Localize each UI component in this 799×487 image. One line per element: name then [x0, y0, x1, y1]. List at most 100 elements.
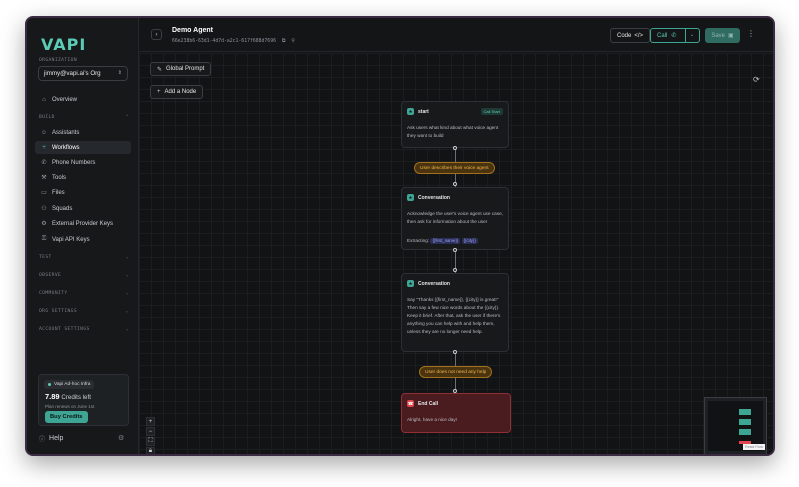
org-value: jimmy@vapi.ai's Org	[44, 70, 101, 77]
group-account-settings[interactable]: ACCOUNT SETTINGS ⌄	[39, 326, 129, 332]
build-group-header[interactable]: BUILD ⌃	[39, 114, 129, 120]
sidebar-item-workflows[interactable]: ⑂ Workflows	[35, 141, 131, 154]
credits-value: 7.89	[45, 392, 60, 401]
sidebar-item-files[interactable]: ▭ Files	[35, 186, 131, 199]
save-button[interactable]: Save ▣	[705, 28, 740, 43]
refresh-icon[interactable]: ⟳	[753, 75, 760, 84]
plan-name: Vapi Ad-hoc Infra	[54, 382, 91, 387]
help-link[interactable]: ⓘ Help	[39, 434, 63, 443]
app-window: VAPI ORGANIZATION jimmy@vapi.ai's Org ⇕ …	[25, 16, 775, 456]
zoom-in-button[interactable]: +	[146, 417, 155, 426]
sidebar-item-label: Phone Numbers	[52, 159, 96, 166]
end-call-node[interactable]: ☎ End Call Alright, have a nice day!	[401, 393, 511, 433]
sidebar-item-label: External Provider Keys	[52, 220, 114, 227]
code-label: Code	[617, 32, 632, 39]
workflow-canvas[interactable]: ✎ Global Prompt + Add a Node ⟳ ★ start C…	[139, 53, 773, 454]
chevron-down-icon[interactable]: ⌄	[690, 32, 694, 38]
phone-icon: ✆	[671, 33, 677, 39]
plus-icon: +	[157, 89, 161, 95]
conversation-node-2[interactable]: ★ Conversation Say "Thanks {{first_name}…	[401, 273, 509, 352]
credits-label: Credits left	[61, 394, 91, 401]
sidebar-item-external-provider-keys[interactable]: ⚙ External Provider Keys	[35, 217, 131, 230]
extracting-row: Extracting: {{first_name}} {{city}}	[407, 237, 478, 245]
code-button[interactable]: Code </>	[610, 28, 651, 43]
lock-button[interactable]: 🔒︎	[146, 447, 155, 454]
edge	[455, 352, 456, 366]
sidebar-item-phone-numbers[interactable]: ✆ Phone Numbers	[35, 156, 131, 169]
group-label: COMMUNITY	[39, 291, 68, 296]
global-prompt-button[interactable]: ✎ Global Prompt	[150, 62, 212, 76]
buy-credits-button[interactable]: Buy Credits	[45, 411, 88, 423]
node-handle[interactable]	[453, 182, 457, 186]
start-node[interactable]: ★ start Call Start Ask users what kind a…	[401, 101, 509, 148]
code-icon: </>	[634, 32, 644, 39]
node-title: start	[418, 108, 429, 115]
add-node-button[interactable]: + Add a Node	[150, 85, 204, 99]
chevron-down-icon: ⌄	[125, 308, 129, 314]
sidebar-item-label: Vapi API Keys	[52, 236, 90, 243]
node-handle[interactable]	[453, 350, 457, 354]
call-button[interactable]: Call ✆ ⌄	[650, 28, 700, 43]
node-text: Say "Thanks {{first_name}}, {{city}} is …	[407, 297, 501, 334]
extracting-label: Extracting:	[407, 238, 430, 243]
vapi-logo[interactable]: VAPI	[41, 35, 86, 54]
sidebar-item-assistants[interactable]: ☺ Assistants	[35, 126, 131, 139]
minus-icon: −	[148, 428, 153, 435]
add-node-label: Add a Node	[164, 89, 197, 95]
status-dot-icon	[48, 383, 51, 386]
org-selector[interactable]: jimmy@vapi.ai's Org ⇕	[38, 66, 128, 81]
condition-label[interactable]: User does not need any help	[419, 366, 493, 378]
sidebar: VAPI ORGANIZATION jimmy@vapi.ai's Org ⇕ …	[27, 18, 139, 454]
start-node-icon: ★	[407, 108, 414, 115]
sidebar-item-overview[interactable]: ⌂ Overview	[35, 93, 131, 106]
edit-icon: ✎	[157, 66, 163, 73]
chevron-updown-icon: ⇕	[117, 70, 122, 76]
fit-view-button[interactable]: ⛶	[146, 437, 155, 446]
sidebar-item-label: Overview	[52, 96, 78, 103]
save-icon: ▣	[728, 33, 734, 39]
fit-view-icon: ⛶	[148, 438, 153, 444]
org-label: ORGANIZATION	[39, 58, 77, 63]
node-handle[interactable]	[453, 268, 457, 272]
node-handle[interactable]	[453, 146, 457, 150]
more-options-icon[interactable]: ⋮	[747, 29, 755, 38]
conversation-icon: ★	[407, 194, 414, 201]
sidebar-item-label: Squads	[52, 205, 73, 212]
agent-title: Demo Agent	[172, 27, 213, 34]
group-label: ORG SETTINGS	[39, 309, 77, 314]
sidebar-item-tools[interactable]: ⚒ Tools	[35, 171, 131, 184]
conversation-node-1[interactable]: ★ Conversation Acknowledge the user's vo…	[401, 187, 509, 250]
node-header: ★ Conversation	[407, 280, 450, 287]
group-label: OBSERVE	[39, 273, 62, 278]
node-text: Ask users what kind about what voice age…	[407, 125, 499, 138]
node-title: Conversation	[418, 194, 450, 201]
copy-icon[interactable]: ⧉	[282, 39, 285, 44]
back-button[interactable]: ‹	[151, 29, 162, 40]
group-observe[interactable]: OBSERVE ⌄	[39, 272, 129, 278]
zoom-out-button[interactable]: −	[146, 427, 155, 436]
sidebar-item-vapi-api-keys[interactable]: ⚿ Vapi API Keys	[35, 233, 131, 246]
node-text: Acknowledge the user's voice agent use c…	[407, 211, 504, 224]
group-org-settings[interactable]: ORG SETTINGS ⌄	[39, 308, 129, 314]
sidebar-item-label: Workflows	[52, 144, 80, 151]
node-text: Alright, have a nice day!	[407, 417, 458, 422]
key-icon: ⚿	[41, 236, 47, 242]
sidebar-item-squads[interactable]: ⚇ Squads	[35, 202, 131, 215]
link-icon[interactable]: ⚲	[291, 39, 295, 44]
gear-icon: ⚙	[41, 221, 47, 227]
node-title: End Call	[418, 400, 439, 407]
group-community[interactable]: COMMUNITY ⌄	[39, 290, 129, 296]
node-header: ★ Conversation	[407, 194, 450, 201]
group-test[interactable]: TEST ⌄	[39, 254, 129, 260]
topbar: ‹ Demo Agent 66e238b6-63d1-4d7d-a2c1-617…	[139, 18, 773, 52]
variable-chip: {{first_name}}	[430, 238, 461, 244]
react-flow-attribution[interactable]: React Flow	[743, 444, 765, 450]
settings-icon[interactable]: ⚙	[118, 434, 124, 442]
global-prompt-label: Global Prompt	[166, 66, 205, 72]
group-label: BUILD	[39, 115, 55, 120]
node-handle[interactable]	[453, 248, 457, 252]
group-label: ACCOUNT SETTINGS	[39, 327, 90, 332]
wrench-icon: ⚒	[41, 175, 47, 181]
divider	[685, 29, 686, 42]
condition-label[interactable]: User describes their voice agent	[414, 162, 495, 174]
